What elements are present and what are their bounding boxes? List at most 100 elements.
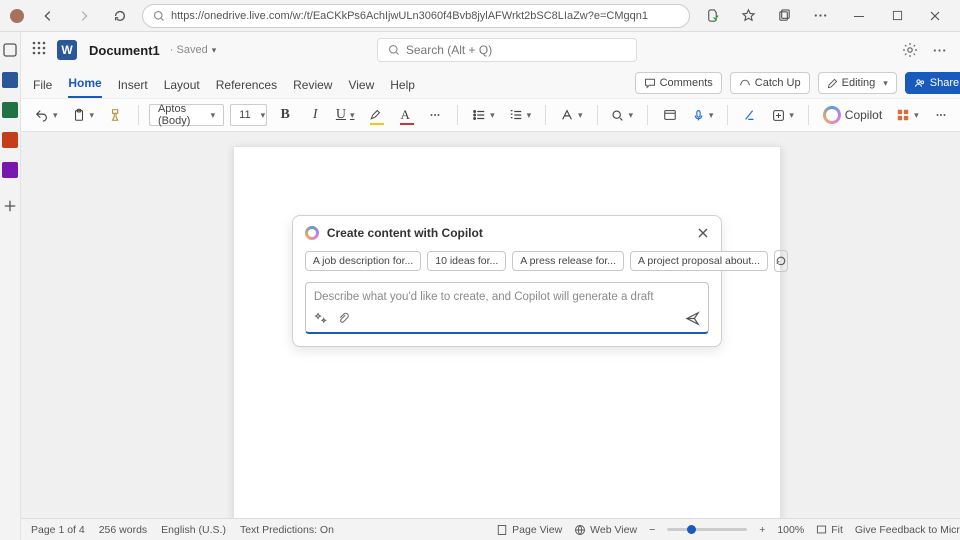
copilot-inspire-icon[interactable] [314,312,327,325]
tab-view[interactable]: View [348,78,374,98]
copilot-label: Copilot [845,108,882,122]
comments-button[interactable]: Comments [635,72,722,94]
document-canvas[interactable]: Create content with Copilot A job descri… [21,132,960,518]
sidebar-excel-icon[interactable] [0,100,20,120]
undo-button[interactable] [31,103,62,127]
editing-label: Editing [842,77,876,89]
document-status[interactable]: · Saved [170,44,216,56]
web-view-button[interactable]: Web View [574,524,637,536]
window-maximize[interactable] [880,2,914,30]
window-close[interactable] [918,2,952,30]
document-page[interactable]: Create content with Copilot A job descri… [233,146,781,518]
copilot-attach-icon[interactable] [337,312,350,325]
profile-icon[interactable] [8,7,26,25]
editor-button[interactable] [738,103,762,127]
browser-menu-icon[interactable] [806,2,834,30]
tab-home[interactable]: Home [68,76,101,98]
app-launcher-icon[interactable] [31,40,51,60]
catch-up-button[interactable]: Catch Up [730,72,810,94]
status-bar: Page 1 of 4 256 words English (U.S.) Tex… [21,518,960,540]
settings-icon[interactable] [902,42,918,58]
search-placeholder: Search (Alt + Q) [406,43,492,57]
fit-button[interactable]: Fit [816,524,843,536]
tab-file[interactable]: File [33,78,52,98]
designer-button[interactable] [658,103,682,127]
tab-layout[interactable]: Layout [164,78,200,98]
status-language[interactable]: English (U.S.) [161,524,226,536]
numbering-button[interactable] [505,103,536,127]
more-icon[interactable] [932,43,947,58]
sidebar-add-app[interactable] [0,196,20,216]
underline-button[interactable]: U [333,103,357,127]
editing-mode-button[interactable]: Editing [818,72,897,94]
more-font-button[interactable] [423,103,447,127]
copilot-close-button[interactable] [697,227,709,239]
share-button[interactable]: Share [905,72,960,94]
url-bar[interactable]: https://onedrive.live.com/w:/t/EaCKkPs6A… [142,4,690,28]
sidebar-powerpoint-icon[interactable] [0,130,20,150]
back-button[interactable] [34,2,62,30]
read-aloud-icon[interactable] [698,2,726,30]
paste-button[interactable] [68,103,99,127]
tab-references[interactable]: References [216,78,277,98]
pencil-icon [827,78,838,89]
copilot-button[interactable]: Copilot [819,103,886,127]
divider [597,105,598,125]
ribbon-tabs: File Home Insert Layout References Revie… [21,68,960,98]
page-view-button[interactable]: Page View [496,524,562,536]
font-color-button[interactable]: A [393,103,417,127]
copilot-chip[interactable]: A job description for... [305,251,421,271]
forward-button [70,2,98,30]
more-commands-button[interactable] [929,103,953,127]
catchup-icon [739,77,751,89]
copilot-send-button[interactable] [685,311,700,326]
dictate-button[interactable] [688,103,718,127]
styles-button[interactable] [556,103,587,127]
collections-icon[interactable] [770,2,798,30]
grid-options-button[interactable] [892,103,923,127]
copilot-chip[interactable]: 10 ideas for... [427,251,506,271]
reload-button[interactable] [106,2,134,30]
bullets-button[interactable] [468,103,499,127]
search-box[interactable]: Search (Alt + Q) [377,38,637,62]
add-ins-button[interactable] [768,103,798,127]
zoom-in-button[interactable]: + [759,524,765,536]
status-text-predictions[interactable]: Text Predictions: On [240,524,334,536]
format-painter-button[interactable] [104,103,128,127]
document-title[interactable]: Document1 [89,43,160,58]
copilot-chip[interactable]: A project proposal about... [630,251,768,271]
favorites-icon[interactable] [734,2,762,30]
copilot-icon [823,106,841,124]
zoom-level[interactable]: 100% [777,524,804,536]
status-words[interactable]: 256 words [99,524,147,536]
tab-review[interactable]: Review [293,78,332,98]
feedback-link[interactable]: Give Feedback to Microsoft [855,524,960,536]
italic-button[interactable]: I [303,103,327,127]
catch-up-label: Catch Up [755,77,801,89]
copilot-chip[interactable]: A press release for... [512,251,624,271]
copilot-input[interactable]: Describe what you'd like to create, and … [305,282,709,334]
window-minimize[interactable] [842,2,876,30]
app-sidebar [0,32,21,540]
bold-button[interactable]: B [273,103,297,127]
divider [808,105,809,125]
highlight-button[interactable] [363,103,387,127]
search-icon [153,10,165,22]
zoom-slider[interactable] [667,528,747,531]
font-family-select[interactable]: Aptos (Body) [149,104,224,126]
page-view-icon [496,524,508,536]
status-page[interactable]: Page 1 of 4 [31,524,85,536]
browser-toolbar: https://onedrive.live.com/w:/t/EaCKkPs6A… [0,0,960,32]
copilot-panel: Create content with Copilot A job descri… [292,215,722,347]
sidebar-onenote-icon[interactable] [0,160,20,180]
zoom-out-button[interactable]: − [649,524,655,536]
sidebar-word-icon[interactable] [0,70,20,90]
find-button[interactable] [607,103,637,127]
font-size-select[interactable]: 11 [230,104,267,126]
sidebar-home-icon[interactable] [0,40,20,60]
tab-help[interactable]: Help [390,78,415,98]
tab-insert[interactable]: Insert [118,78,148,98]
divider [545,105,546,125]
copilot-refresh-chips[interactable] [774,250,788,272]
comments-label: Comments [660,77,713,89]
